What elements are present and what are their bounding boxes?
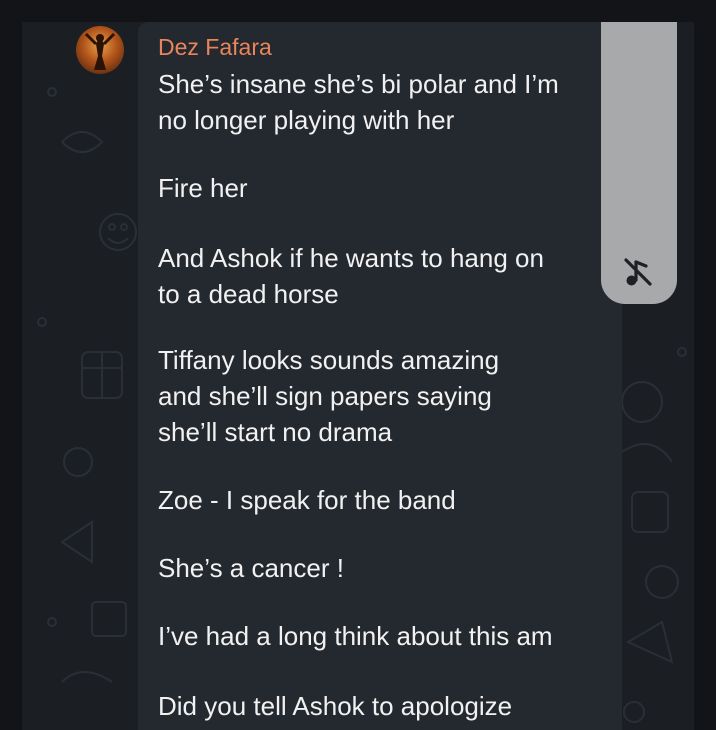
message-line: She’s insane she’s bi polar and I’m <box>158 69 559 99</box>
message-line: Fire her <box>158 173 248 203</box>
message-line: She’s a cancer ! <box>158 553 344 583</box>
screenshot-frame: Dez Fafara She’s insane she’s bi polar a… <box>0 0 716 730</box>
message-line: to a dead horse <box>158 279 339 309</box>
message-line: And Ashok if he wants to hang on <box>158 243 544 273</box>
avatar-image <box>84 32 116 70</box>
message-line: Did you tell Ashok to apologize <box>158 691 513 721</box>
message-line: Tiffany looks sounds amazing <box>158 345 500 375</box>
message-line: and she’ll sign papers saying <box>158 381 492 411</box>
message-line: I’ve had a long think about this am <box>158 621 553 651</box>
sender-name[interactable]: Dez Fafara <box>158 34 272 61</box>
music-off-icon[interactable] <box>618 252 658 292</box>
message-line: Zoe - I speak for the band <box>158 485 456 515</box>
message-line: she’ll start no drama <box>158 417 393 447</box>
message-line: no longer playing with her <box>158 105 455 135</box>
avatar[interactable] <box>76 26 124 74</box>
